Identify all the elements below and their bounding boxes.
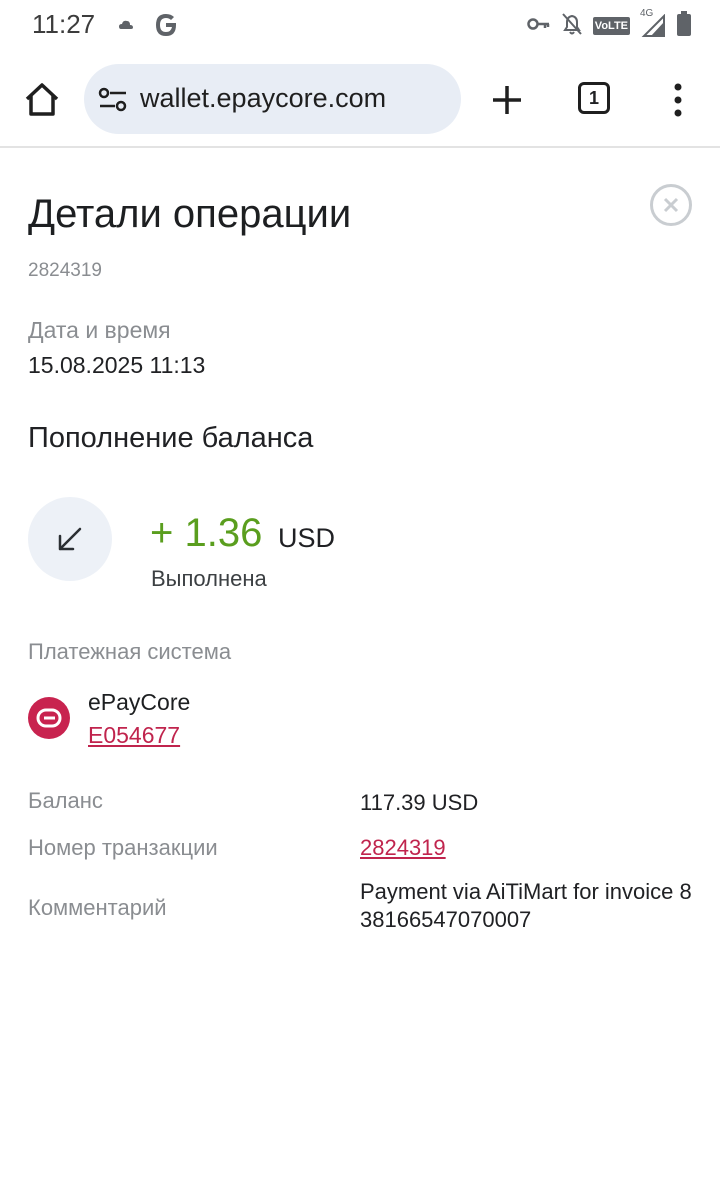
operation-type: Пополнение баланса: [28, 422, 314, 454]
epaycore-logo: [28, 697, 70, 739]
overflow-menu-button[interactable]: [668, 80, 688, 120]
transaction-number-link[interactable]: 2824319: [360, 835, 446, 861]
operation-id: 2824319: [28, 260, 102, 281]
bell-off-icon: [561, 12, 583, 41]
tab-switcher-button[interactable]: 1: [578, 82, 610, 114]
payment-account-link[interactable]: E054677: [88, 722, 180, 749]
battery-icon: [676, 10, 692, 42]
close-button[interactable]: [650, 184, 692, 226]
new-tab-button[interactable]: [489, 82, 525, 118]
close-icon: [663, 197, 679, 213]
browser-toolbar: wallet.epaycore.com 1: [0, 52, 720, 148]
plus-icon: [493, 86, 521, 114]
payment-system-label: Платежная система: [28, 639, 232, 664]
volte-icon: VoLTE: [592, 17, 630, 35]
balance-label: Баланс: [28, 788, 103, 813]
key-icon: [527, 16, 551, 37]
cloud-icon: [118, 18, 134, 37]
comment-value: Payment via AiTiMart for invoice 8381665…: [360, 879, 692, 932]
datetime-label: Дата и время: [28, 317, 171, 343]
home-icon: [25, 83, 59, 116]
url-text[interactable]: wallet.epaycore.com: [140, 83, 386, 114]
arrow-down-left-icon: [58, 527, 82, 551]
amount-value: + 1.36: [150, 511, 263, 555]
operation-status: Выполнена: [151, 566, 267, 591]
payment-system-name: ePayCore: [88, 689, 191, 715]
signal-4g-icon: 4G: [640, 8, 666, 38]
amount-currency: USD: [278, 523, 336, 553]
site-settings-icon[interactable]: [98, 86, 128, 114]
epaycore-logo-icon: [36, 708, 62, 728]
status-bar: 11:27 VoLTE 4G: [0, 0, 720, 52]
balance-value: 117.39 USD: [360, 790, 479, 815]
datetime-value: 15.08.2025 11:13: [28, 352, 206, 378]
google-g-icon: [152, 11, 180, 44]
status-time: 11:27: [32, 9, 96, 39]
comment-label: Комментарий: [28, 895, 167, 920]
page-title: Детали операции: [28, 192, 352, 236]
home-button[interactable]: [22, 80, 62, 120]
transaction-number-label: Номер транзакции: [28, 835, 218, 860]
address-bar[interactable]: wallet.epaycore.com: [84, 64, 461, 134]
more-vert-icon: [674, 83, 682, 117]
incoming-arrow-badge: [28, 497, 112, 581]
